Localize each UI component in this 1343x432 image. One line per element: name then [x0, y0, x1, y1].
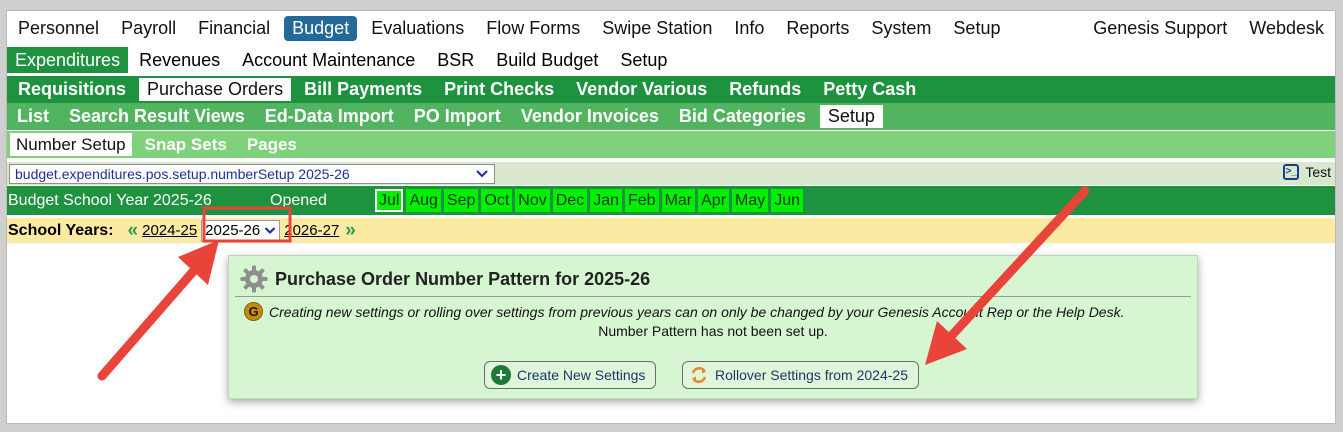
tab-vendor-invoices[interactable]: Vendor Invoices — [511, 103, 669, 130]
page-path-select[interactable]: budget.expenditures.pos.setup.numberSetu… — [9, 163, 495, 184]
school-years-bar: School Years: « 2024-25 2025-26 2026-27 … — [7, 218, 1335, 243]
refresh-icon — [691, 367, 707, 383]
test-button[interactable]: >_ Test — [1283, 164, 1331, 180]
month-dec[interactable]: Dec — [552, 189, 588, 212]
tab-po-setup[interactable]: Setup — [819, 105, 883, 128]
panel-notice-text: Creating new settings or rolling over se… — [269, 303, 1125, 320]
app-frame: Personnel Payroll Financial Budget Evalu… — [6, 10, 1336, 424]
tab-bill-payments[interactable]: Bill Payments — [293, 76, 433, 103]
top-nav-info[interactable]: Info — [723, 14, 775, 43]
month-nov[interactable]: Nov — [515, 189, 550, 212]
month-jun[interactable]: Jun — [771, 189, 804, 212]
panel-divider — [235, 296, 1191, 297]
next-year-link[interactable]: 2026-27 — [284, 222, 339, 239]
tab-vendor-various[interactable]: Vendor Various — [565, 76, 718, 103]
top-nav-financial[interactable]: Financial — [187, 14, 281, 43]
top-nav-reports[interactable]: Reports — [775, 14, 860, 43]
budget-month-bar: Budget School Year 2025-26 Opened Jul Au… — [7, 186, 1335, 215]
plus-circle-icon: + — [491, 365, 511, 385]
month-apr[interactable]: Apr — [698, 189, 730, 212]
terminal-icon: >_ — [1283, 164, 1300, 180]
month-may[interactable]: May — [732, 189, 769, 212]
setup-subnav: Number Setup Snap Sets Pages — [7, 131, 1335, 158]
annotation-arrowhead-left — [178, 240, 219, 285]
tab-number-setup[interactable]: Number Setup — [10, 133, 132, 156]
genesis-logo-icon: G — [244, 302, 263, 321]
number-pattern-panel: Purchase Order Number Pattern for 2025-2… — [228, 255, 1198, 399]
prev-year-chevron-icon[interactable]: « — [128, 220, 139, 242]
top-nav-setup[interactable]: Setup — [942, 14, 1011, 43]
tab-bsr[interactable]: BSR — [426, 47, 485, 73]
panel-title: Purchase Order Number Pattern for 2025-2… — [275, 268, 651, 289]
top-nav-swipe-station[interactable]: Swipe Station — [591, 14, 723, 43]
panel-notice: G Creating new settings or rolling over … — [244, 302, 1124, 321]
month-mar[interactable]: Mar — [661, 189, 696, 212]
chevron-down-icon — [264, 227, 276, 235]
budget-subnav: Expenditures Revenues Account Maintenanc… — [7, 47, 1335, 73]
create-new-settings-button[interactable]: + Create New Settings — [484, 361, 657, 389]
tab-account-maintenance[interactable]: Account Maintenance — [231, 47, 426, 73]
annotation-arrow-left — [97, 254, 209, 381]
test-label: Test — [1305, 164, 1331, 180]
month-jul[interactable]: Jul — [375, 189, 404, 212]
month-feb[interactable]: Feb — [624, 189, 659, 212]
expenditures-subnav: Requisitions Purchase Orders Bill Paymen… — [7, 76, 1335, 103]
tab-list[interactable]: List — [7, 103, 59, 130]
pattern-status-message: Number Pattern has not been set up. — [598, 323, 828, 339]
tab-print-checks[interactable]: Print Checks — [433, 76, 565, 103]
prev-year-link[interactable]: 2024-25 — [142, 222, 197, 239]
gear-icon — [240, 265, 268, 293]
month-jan[interactable]: Jan — [590, 189, 622, 212]
page-path-value: budget.expenditures.pos.setup.numberSetu… — [15, 165, 350, 182]
purchase-orders-subnav: List Search Result Views Ed-Data Import … — [7, 103, 1335, 130]
tab-ed-data-import[interactable]: Ed-Data Import — [255, 103, 404, 130]
month-oct[interactable]: Oct — [481, 189, 513, 212]
top-nav-flow-forms[interactable]: Flow Forms — [475, 14, 591, 43]
school-year-select[interactable]: 2025-26 — [201, 219, 281, 242]
rollover-settings-label: Rollover Settings from 2024-25 — [715, 367, 908, 383]
create-new-settings-label: Create New Settings — [517, 367, 646, 383]
budget-year-label: Budget School Year 2025-26 — [8, 191, 212, 209]
school-year-value: 2025-26 — [205, 222, 261, 239]
month-aug[interactable]: Aug — [406, 189, 441, 212]
tab-search-result-views[interactable]: Search Result Views — [59, 103, 255, 130]
rollover-settings-button[interactable]: Rollover Settings from 2024-25 — [682, 361, 919, 389]
tab-petty-cash[interactable]: Petty Cash — [812, 76, 927, 103]
panel-header: Purchase Order Number Pattern for 2025-2… — [239, 264, 650, 294]
page-path-bar: budget.expenditures.pos.setup.numberSetu… — [7, 162, 1335, 185]
next-year-chevron-icon[interactable]: » — [345, 220, 356, 242]
tab-purchase-orders[interactable]: Purchase Orders — [139, 78, 292, 101]
top-nav-webdesk[interactable]: Webdesk — [1238, 14, 1335, 43]
tab-snap-sets[interactable]: Snap Sets — [135, 131, 237, 158]
tab-pages[interactable]: Pages — [237, 131, 307, 158]
tab-refunds[interactable]: Refunds — [718, 76, 812, 103]
school-years-label: School Years: — [8, 221, 114, 239]
tab-po-import[interactable]: PO Import — [404, 103, 511, 130]
tab-revenues[interactable]: Revenues — [128, 47, 231, 73]
tab-requisitions[interactable]: Requisitions — [7, 76, 137, 103]
month-sep[interactable]: Sep — [443, 189, 479, 212]
chevron-down-icon — [476, 169, 488, 177]
top-nav-genesis-support[interactable]: Genesis Support — [1082, 14, 1238, 43]
top-nav-personnel[interactable]: Personnel — [7, 14, 110, 43]
top-nav: Personnel Payroll Financial Budget Evalu… — [7, 14, 1335, 43]
tab-bid-categories[interactable]: Bid Categories — [669, 103, 816, 130]
top-nav-evaluations[interactable]: Evaluations — [360, 14, 475, 43]
tab-budget-setup[interactable]: Setup — [609, 47, 678, 73]
tab-expenditures[interactable]: Expenditures — [7, 47, 129, 73]
top-nav-budget[interactable]: Budget — [284, 16, 358, 41]
tab-build-budget[interactable]: Build Budget — [485, 47, 609, 73]
budget-status-label: Opened — [270, 191, 327, 209]
top-nav-payroll[interactable]: Payroll — [110, 14, 187, 43]
top-nav-system[interactable]: System — [860, 14, 942, 43]
